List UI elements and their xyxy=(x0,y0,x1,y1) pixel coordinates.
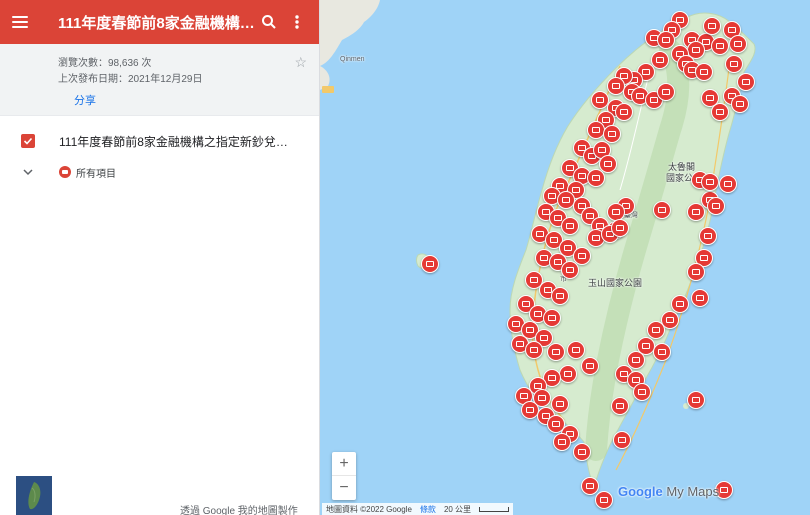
zoom-control: + − xyxy=(332,452,356,500)
star-icon[interactable]: ☆ xyxy=(294,54,307,71)
bank-location-marker[interactable] xyxy=(587,121,605,139)
bank-location-marker[interactable] xyxy=(581,357,599,375)
layer-section: 111年度春節前8家金融機構之指定新鈔兌換據點 所有項目 xyxy=(0,116,319,183)
hamburger-menu-icon[interactable] xyxy=(12,11,34,33)
bank-location-marker[interactable] xyxy=(725,55,743,73)
bank-location-marker[interactable] xyxy=(703,17,721,35)
bank-location-marker[interactable] xyxy=(543,309,561,327)
sidebar-panel: 111年度春節前8家金融機構之指定新鈔兌換據點地圖 瀏覽次數：98,636 次 … xyxy=(0,0,320,515)
marker-layer xyxy=(320,0,810,515)
bank-location-marker[interactable] xyxy=(559,365,577,383)
bank-location-marker[interactable] xyxy=(711,37,729,55)
bank-location-marker[interactable] xyxy=(671,295,689,313)
google-mymaps-logo: Google My Maps xyxy=(618,484,719,499)
bank-location-marker[interactable] xyxy=(567,341,585,359)
bank-location-marker[interactable] xyxy=(547,343,565,361)
search-icon[interactable] xyxy=(255,8,283,36)
header-bar: 111年度春節前8家金融機構之指定新鈔兌換據點地圖 xyxy=(0,0,319,44)
bank-location-marker[interactable] xyxy=(561,217,579,235)
bank-location-marker[interactable] xyxy=(613,431,631,449)
scale-bar xyxy=(479,506,510,512)
bank-location-marker[interactable] xyxy=(647,321,665,339)
zoom-in-button[interactable]: + xyxy=(332,452,356,476)
base-map-thumbnail[interactable] xyxy=(16,476,52,515)
bank-location-marker[interactable] xyxy=(633,383,651,401)
map-title: 111年度春節前8家金融機構之指定新鈔兌換據點地圖 xyxy=(58,14,255,32)
bank-location-marker[interactable] xyxy=(525,341,543,359)
bank-location-marker[interactable] xyxy=(691,289,709,307)
bank-location-marker[interactable] xyxy=(611,397,629,415)
all-items-link[interactable]: 所有項目 xyxy=(76,165,116,180)
bank-location-marker[interactable] xyxy=(603,125,621,143)
map-meta-section: 瀏覽次數：98,636 次 上次發布日期：2021年12月29日 分享 ☆ xyxy=(0,44,319,116)
view-count: 瀏覽次數：98,636 次 xyxy=(58,58,152,69)
bank-location-marker[interactable] xyxy=(711,103,729,121)
logo-mymaps: My Maps xyxy=(662,484,720,499)
bank-location-marker[interactable] xyxy=(707,197,725,215)
bank-location-marker[interactable] xyxy=(553,433,571,451)
scale-label: 20 公里 xyxy=(443,504,472,514)
bank-location-marker[interactable] xyxy=(653,343,671,361)
bank-location-marker[interactable] xyxy=(687,391,705,409)
layer-title[interactable]: 111年度春節前8家金融機構之指定新鈔兌換據點 xyxy=(59,133,299,150)
bank-location-marker[interactable] xyxy=(719,175,737,193)
map-footer: 地圖資料 ©2022 Google 條款 20 公里 xyxy=(322,503,514,515)
bank-location-marker[interactable] xyxy=(701,173,719,191)
bank-location-marker[interactable] xyxy=(695,63,713,81)
bank-location-marker[interactable] xyxy=(551,395,569,413)
bank-location-marker[interactable] xyxy=(657,31,675,49)
terms-link[interactable]: 條款 xyxy=(420,504,436,515)
bank-location-marker[interactable] xyxy=(587,169,605,187)
chevron-down-icon[interactable] xyxy=(22,163,34,181)
mymaps-credit[interactable]: 透過 Google 我的地圖製作 xyxy=(180,502,298,515)
share-link[interactable]: 分享 xyxy=(74,92,303,108)
bank-marker-icon xyxy=(59,166,71,178)
bank-location-marker[interactable] xyxy=(687,263,705,281)
bank-location-marker[interactable] xyxy=(699,227,717,245)
bank-location-marker[interactable] xyxy=(595,491,613,509)
bank-location-marker[interactable] xyxy=(653,201,671,219)
bank-location-marker[interactable] xyxy=(729,35,747,53)
bank-location-marker[interactable] xyxy=(421,255,439,273)
bank-location-marker[interactable] xyxy=(615,103,633,121)
bank-location-marker[interactable] xyxy=(607,203,625,221)
bank-location-marker[interactable] xyxy=(551,287,569,305)
more-vert-icon[interactable] xyxy=(283,8,311,36)
app-window: 111年度春節前8家金融機構之指定新鈔兌換據點地圖 瀏覽次數：98,636 次 … xyxy=(0,0,810,515)
bank-location-marker[interactable] xyxy=(657,83,675,101)
bank-location-marker[interactable] xyxy=(561,261,579,279)
published-date: 上次發布日期：2021年12月29日 xyxy=(58,74,203,85)
bank-location-marker[interactable] xyxy=(651,51,669,69)
bank-location-marker[interactable] xyxy=(737,73,755,91)
bank-location-marker[interactable] xyxy=(731,95,749,113)
bank-location-marker[interactable] xyxy=(581,477,599,495)
bank-location-marker[interactable] xyxy=(611,219,629,237)
map-data-credit: 地圖資料 ©2022 Google xyxy=(326,504,412,514)
bank-location-marker[interactable] xyxy=(573,443,591,461)
zoom-out-button[interactable]: − xyxy=(332,476,356,500)
layer-checkbox[interactable] xyxy=(21,134,35,148)
logo-google: Google xyxy=(618,484,663,499)
